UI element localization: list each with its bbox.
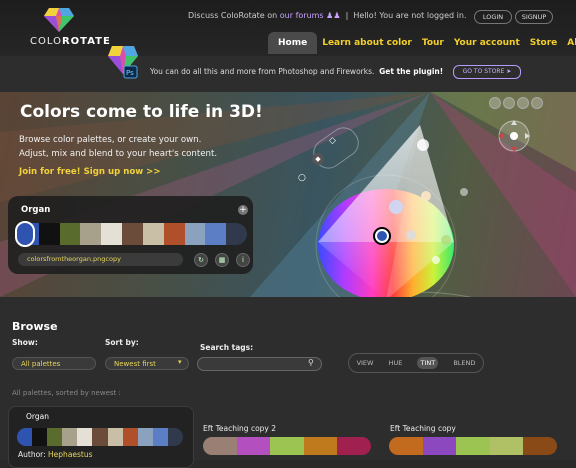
color-swatch[interactable]	[122, 223, 143, 245]
color-swatch[interactable]	[32, 428, 48, 446]
browse-title: Browse	[12, 320, 58, 333]
search-tags-input[interactable]	[197, 357, 322, 371]
sun-icon[interactable]	[489, 97, 501, 109]
shade-icon[interactable]	[517, 97, 529, 109]
login-status-text: Hello! You are not logged in.	[353, 11, 467, 20]
people-icon: ♟♟	[326, 11, 341, 20]
color-swatch[interactable]	[236, 437, 271, 455]
palette-card-title[interactable]: Organ	[26, 412, 49, 421]
chevron-down-icon[interactable]: ▾	[178, 358, 182, 366]
selected-swatch-handle[interactable]	[15, 221, 35, 247]
mode-blend[interactable]: BLEND	[453, 359, 475, 367]
color-swatch[interactable]	[59, 223, 81, 245]
palette-card-author: Author: Hephaestus	[18, 450, 93, 459]
color-swatch[interactable]	[17, 428, 33, 446]
palette-card-strip[interactable]	[389, 437, 557, 455]
author-link[interactable]: Hephaestus	[48, 450, 93, 459]
color-swatch[interactable]	[270, 437, 304, 455]
circle-icon[interactable]: ○	[298, 173, 306, 183]
photoshop-plugin-icon: Ps	[108, 46, 138, 79]
logo-wordmark[interactable]: COLOROTATE	[30, 36, 111, 47]
main-nav: Home Learn about color Tour Your account…	[268, 32, 576, 54]
add-color-button[interactable]: +	[238, 205, 248, 215]
color-swatch[interactable]	[226, 223, 247, 245]
on-text: on	[264, 11, 280, 20]
color-swatch[interactable]	[80, 223, 102, 245]
color-swatch[interactable]	[303, 437, 338, 455]
svg-text:Ps: Ps	[126, 69, 134, 77]
color-swatch[interactable]	[137, 428, 153, 446]
join-link[interactable]: Join for free! Sign up now >>	[19, 167, 161, 177]
palette-color-strip[interactable]	[18, 223, 247, 245]
color-swatch[interactable]	[152, 428, 168, 446]
sort-label: Sort by:	[105, 338, 139, 347]
color-swatch[interactable]	[337, 437, 371, 455]
nav-your-account[interactable]: Your account	[449, 32, 525, 54]
palette-filename-field[interactable]: colorsfromtheorgan.pngcopy	[18, 253, 183, 266]
color-swatch[interactable]	[101, 223, 123, 245]
color-swatch[interactable]	[184, 223, 206, 245]
plugin-text: You can do all this and more from Photos…	[150, 67, 375, 76]
color-swatch[interactable]	[77, 428, 93, 446]
show-select[interactable]: All palettes	[12, 357, 96, 370]
contrast-icon[interactable]	[503, 97, 515, 109]
grid-icon[interactable]: ▦	[215, 253, 229, 267]
sort-value: Newest first	[114, 360, 156, 368]
search-tags-label: Search tags:	[200, 343, 254, 352]
palette-card-title[interactable]: Eft Teaching copy 2	[203, 424, 276, 433]
hero-subtitle-2: Adjust, mix and blend to your heart's co…	[19, 149, 218, 159]
color-swatch[interactable]	[38, 223, 60, 245]
app-name-text: ColoRotate	[220, 11, 265, 20]
color-swatch[interactable]	[122, 428, 138, 446]
mode-view[interactable]: VIEW	[357, 359, 374, 367]
color-swatch[interactable]	[92, 428, 108, 446]
login-button[interactable]: LOGIN	[474, 10, 512, 24]
color-swatch[interactable]	[205, 223, 227, 245]
color-swatch[interactable]	[163, 223, 185, 245]
color-swatch[interactable]	[523, 437, 557, 455]
palette-card-strip[interactable]	[17, 428, 183, 446]
color-swatch[interactable]	[456, 437, 490, 455]
nav-learn-about-color[interactable]: Learn about color	[317, 32, 417, 54]
color-swatch[interactable]	[142, 223, 164, 245]
color-swatch[interactable]	[489, 437, 524, 455]
diamond-icon[interactable]: ◇	[329, 136, 336, 146]
color-swatch[interactable]	[62, 428, 78, 446]
nav-about[interactable]: About	[562, 32, 576, 54]
topline: Discuss ColoRotate on our forums ♟♟ | He…	[188, 11, 467, 20]
color-swatch[interactable]	[389, 437, 423, 455]
forums-link[interactable]: our forums	[280, 11, 324, 20]
plugin-message: You can do all this and more from Photos…	[150, 67, 443, 76]
mode-hue[interactable]: HUE	[389, 359, 403, 367]
sort-select[interactable]: Newest first	[105, 357, 189, 370]
palette-card-title[interactable]: Eft Teaching copy	[390, 424, 456, 433]
view-mode-switch: VIEW HUE TINT BLEND	[348, 353, 484, 373]
get-plugin-link[interactable]: Get the plugin!	[379, 67, 443, 76]
discuss-text: Discuss	[188, 11, 221, 20]
signup-button[interactable]: SIGNUP	[515, 10, 553, 24]
drop-icon[interactable]: ◆	[312, 153, 324, 165]
nav-tour[interactable]: Tour	[417, 32, 449, 54]
search-icon[interactable]: ⚲	[308, 358, 314, 367]
sorted-note: All palettes, sorted by newest :	[12, 389, 121, 397]
hero-title: Colors come to life in 3D!	[20, 102, 263, 122]
palette-name: Organ	[21, 205, 51, 215]
color-swatch[interactable]	[422, 437, 457, 455]
go-to-store-button[interactable]: GO TO STORE ➤	[453, 65, 521, 79]
color-swatch[interactable]	[107, 428, 123, 446]
palette-card-strip[interactable]	[203, 437, 371, 455]
nav-home[interactable]: Home	[268, 32, 318, 54]
rotate-navigator-icon[interactable]	[494, 116, 534, 156]
mode-tint[interactable]: TINT	[417, 357, 439, 369]
color-swatch[interactable]	[47, 428, 63, 446]
hero-subtitle-1: Browse color palettes, or create your ow…	[19, 135, 202, 145]
refresh-icon[interactable]: ↻	[194, 253, 208, 267]
show-label: Show:	[12, 338, 38, 347]
color-swatch[interactable]	[203, 437, 237, 455]
author-label: Author:	[18, 450, 46, 459]
reset-icon[interactable]	[531, 97, 543, 109]
info-icon[interactable]: i	[236, 253, 250, 267]
nav-store[interactable]: Store	[525, 32, 563, 54]
logo-gem-icon	[44, 8, 74, 32]
